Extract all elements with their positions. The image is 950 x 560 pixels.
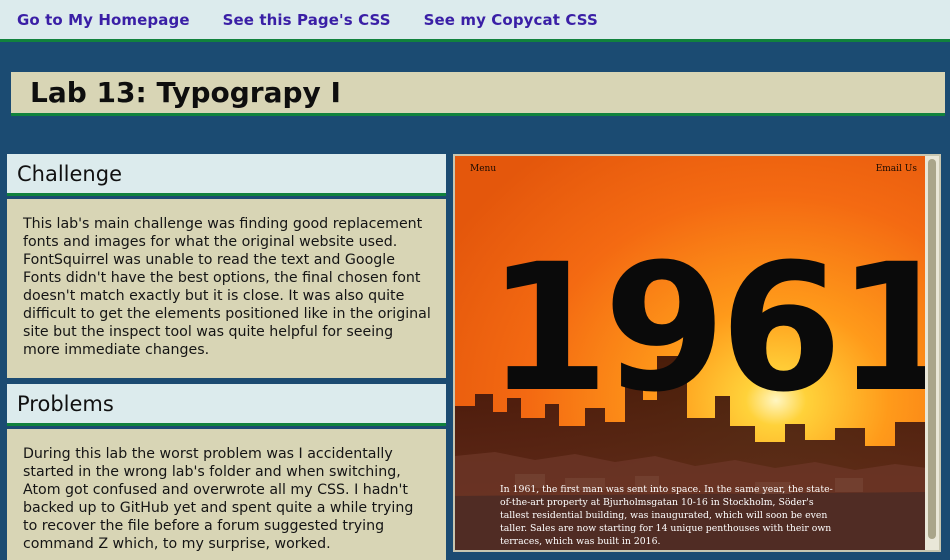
homepage-link[interactable]: Go to My Homepage xyxy=(17,11,190,29)
challenge-panel: This lab's main challenge was finding go… xyxy=(7,199,446,378)
site-menu-link[interactable]: Menu xyxy=(470,164,496,174)
page-css-link[interactable]: See this Page's CSS xyxy=(223,11,391,29)
big-year-heading: 1961 xyxy=(487,226,927,431)
challenge-heading: Challenge xyxy=(17,161,122,186)
top-nav: Go to My Homepage See this Page's CSS Se… xyxy=(0,0,950,42)
scrollbar-thumb[interactable] xyxy=(928,159,936,539)
problems-header: Problems xyxy=(7,384,446,426)
page-title: Lab 13: Typograpy I xyxy=(30,76,341,109)
copycat-css-link[interactable]: See my Copycat CSS xyxy=(424,11,598,29)
site-preview-frame[interactable]: Menu Email Us 1961 In 1961, the first ma… xyxy=(453,154,941,552)
site-email-link[interactable]: Email Us xyxy=(876,164,917,174)
problems-panel: During this lab the worst problem was I … xyxy=(7,429,446,560)
sunset-scene: Menu Email Us 1961 In 1961, the first ma… xyxy=(455,156,927,550)
site-paragraph: In 1961, the first man was sent into spa… xyxy=(500,484,833,547)
problems-heading: Problems xyxy=(17,391,114,416)
challenge-text: This lab's main challenge was finding go… xyxy=(23,216,431,358)
title-banner: Lab 13: Typograpy I xyxy=(11,72,945,116)
preview-scrollbar[interactable] xyxy=(925,156,939,550)
problems-text: During this lab the worst problem was I … xyxy=(23,446,414,552)
challenge-header: Challenge xyxy=(7,154,446,196)
